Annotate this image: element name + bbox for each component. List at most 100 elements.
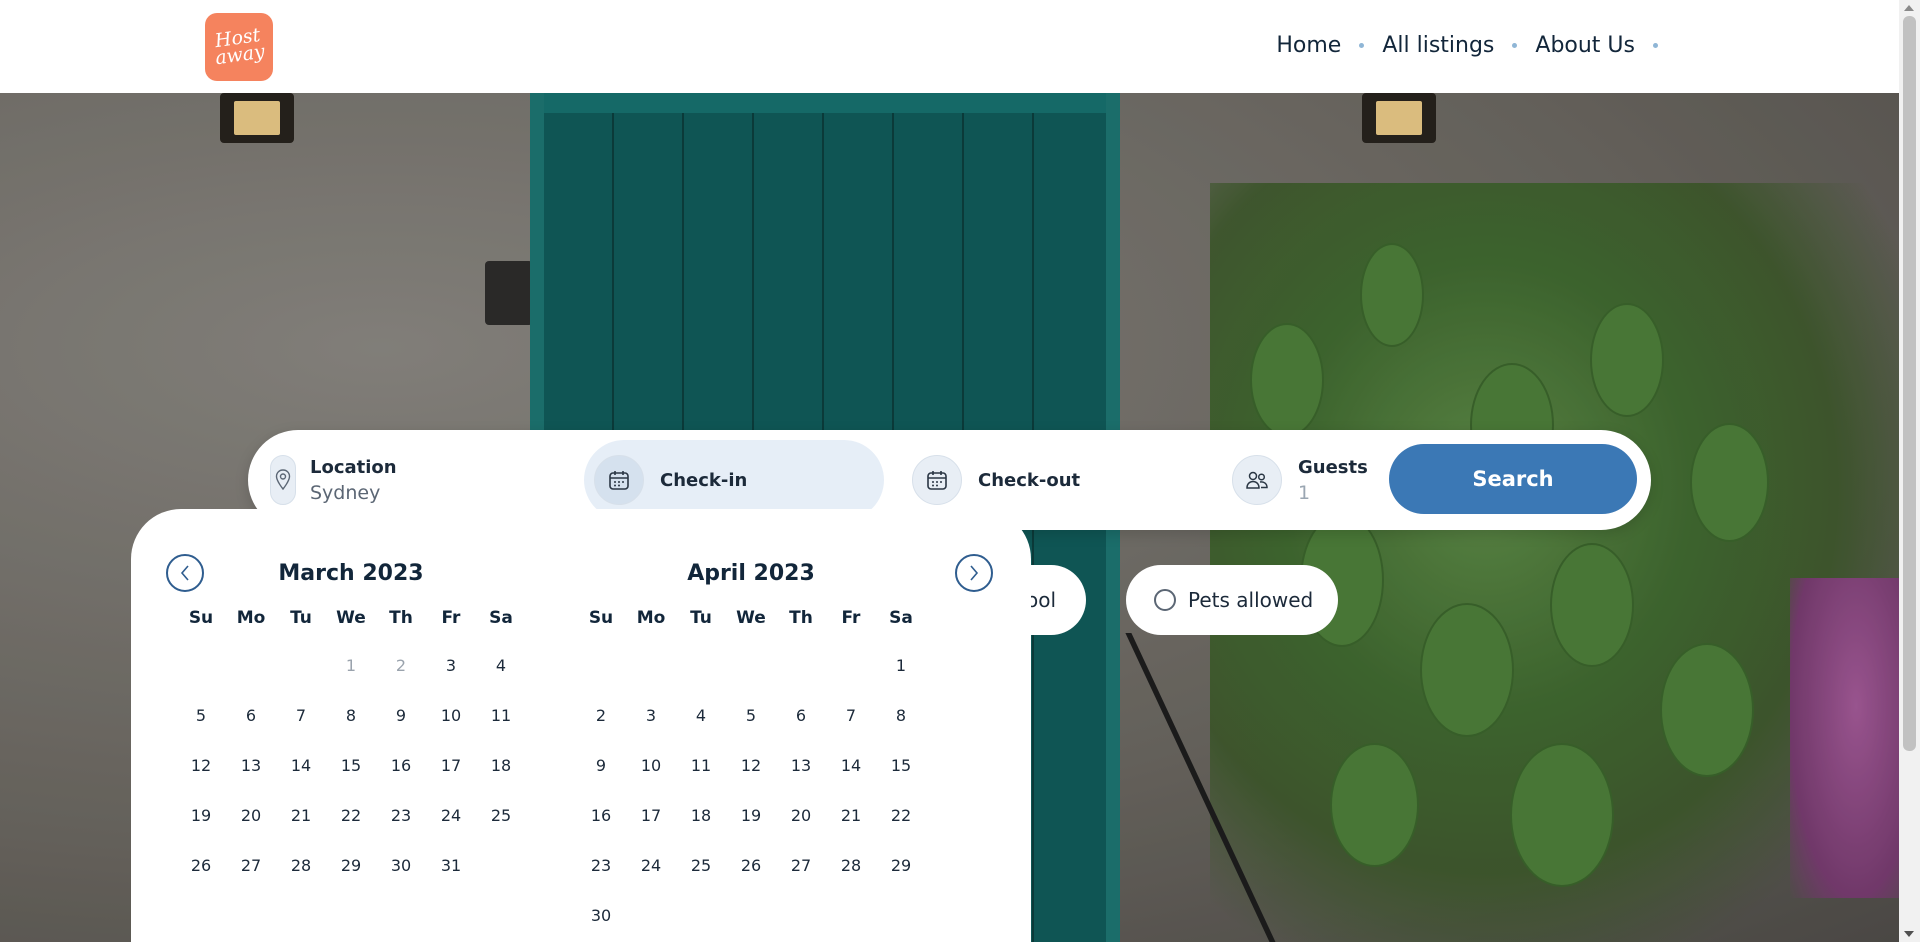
- calendar-day[interactable]: 28: [826, 841, 876, 891]
- chevron-right-icon[interactable]: [955, 554, 993, 592]
- calendar-day[interactable]: 29: [876, 841, 926, 891]
- calendar-day[interactable]: 2: [576, 691, 626, 741]
- guests-label: Guests: [1298, 456, 1368, 478]
- calendar-day[interactable]: 19: [176, 791, 226, 841]
- location-field[interactable]: Location Sydney: [270, 440, 397, 520]
- guests-value[interactable]: 1: [1298, 482, 1368, 504]
- calendar-day[interactable]: 1: [876, 641, 926, 691]
- calendar-day[interactable]: 3: [426, 641, 476, 691]
- calendar-day[interactable]: 23: [576, 841, 626, 891]
- calendar-day[interactable]: 18: [676, 791, 726, 841]
- scrollbar-thumb[interactable]: [1903, 16, 1916, 751]
- nav-about-us-link[interactable]: About Us: [1535, 33, 1635, 58]
- calendar-day[interactable]: 8: [326, 691, 376, 741]
- calendar-day[interactable]: 9: [376, 691, 426, 741]
- calendar-day[interactable]: 28: [276, 841, 326, 891]
- location-value[interactable]: Sydney: [310, 482, 397, 504]
- calendar-day[interactable]: 13: [776, 741, 826, 791]
- calendar-day[interactable]: 24: [426, 791, 476, 841]
- calendar-day[interactable]: 10: [426, 691, 476, 741]
- calendar-day: 1: [345, 656, 357, 675]
- calendar-day[interactable]: 20: [776, 791, 826, 841]
- calendar-day[interactable]: 16: [376, 741, 426, 791]
- scroll-down-arrow-icon[interactable]: [1904, 931, 1914, 937]
- weekday-label: Tu: [690, 608, 712, 628]
- calendar-empty-cell: [176, 641, 226, 691]
- calendar-day[interactable]: 22: [876, 791, 926, 841]
- calendar-day[interactable]: 8: [876, 691, 926, 741]
- calendar-day[interactable]: 21: [826, 791, 876, 841]
- calendar-day[interactable]: 3: [626, 691, 676, 741]
- calendar-day[interactable]: 22: [326, 791, 376, 841]
- calendar-day[interactable]: 31: [426, 841, 476, 891]
- calendar-day[interactable]: 16: [576, 791, 626, 841]
- checkin-field[interactable]: Check-in: [584, 440, 884, 520]
- location-label: Location: [310, 456, 397, 478]
- site-header: Host away Home All listings About Us: [0, 0, 1899, 93]
- calendar-day[interactable]: 5: [176, 691, 226, 741]
- nav-separator-dot: [1512, 43, 1518, 48]
- calendar-day[interactable]: 13: [226, 741, 276, 791]
- calendar-day[interactable]: 19: [726, 791, 776, 841]
- calendar-day-grid: 1 2 3 4 5 6 7 8 9 10 11 12 13 14 15 16 17 18 19 20 21 22 23 24 2…: [576, 641, 926, 941]
- calendar-icon: [912, 455, 962, 505]
- month-title: April 2023: [687, 561, 815, 586]
- nav-all-listings-link[interactable]: All listings: [1382, 33, 1494, 58]
- guests-field[interactable]: Guests 1: [1232, 440, 1368, 520]
- calendar-month-april: April 2023 Su Mo Tu We Th Fr Sa 12345678…: [576, 559, 926, 941]
- calendar-day[interactable]: 26: [726, 841, 776, 891]
- calendar-day[interactable]: 30: [376, 841, 426, 891]
- calendar-day[interactable]: 14: [276, 741, 326, 791]
- calendar-day[interactable]: 10: [626, 741, 676, 791]
- calendar-day[interactable]: 12: [176, 741, 226, 791]
- calendar-day[interactable]: 14: [826, 741, 876, 791]
- nav-home-link[interactable]: Home: [1276, 33, 1341, 58]
- page-scrollbar[interactable]: [1899, 0, 1920, 942]
- checkin-label: Check-in: [660, 469, 748, 491]
- calendar-day[interactable]: 20: [226, 791, 276, 841]
- calendar-day[interactable]: 27: [226, 841, 276, 891]
- scroll-up-arrow-icon[interactable]: [1904, 5, 1914, 11]
- pets-allowed-label: Pets allowed: [1188, 588, 1314, 612]
- pets-allowed-filter-pill[interactable]: Pets allowed: [1126, 565, 1338, 635]
- calendar-day[interactable]: 6: [226, 691, 276, 741]
- hostaway-logo[interactable]: Host away: [205, 13, 273, 81]
- weekday-label: Su: [188, 608, 214, 628]
- weekday-label: Tu: [290, 608, 312, 628]
- calendar-day[interactable]: 17: [626, 791, 676, 841]
- weekday-label: Su: [588, 608, 614, 628]
- calendar-empty-cell: [676, 641, 726, 691]
- calendar-day[interactable]: 26: [176, 841, 226, 891]
- calendar-day[interactable]: 23: [376, 791, 426, 841]
- calendar-day[interactable]: 12: [726, 741, 776, 791]
- calendar-day[interactable]: 4: [476, 641, 526, 691]
- calendar-day[interactable]: 6: [776, 691, 826, 741]
- calendar-day[interactable]: 11: [676, 741, 726, 791]
- weekday-label: Sa: [889, 608, 913, 628]
- calendar-day[interactable]: 25: [476, 791, 526, 841]
- checkout-field[interactable]: Check-out: [912, 440, 1080, 520]
- calendar-day[interactable]: 24: [626, 841, 676, 891]
- main-nav: Home All listings About Us: [1276, 33, 1676, 58]
- calendar-day[interactable]: 21: [276, 791, 326, 841]
- calendar-day[interactable]: 7: [276, 691, 326, 741]
- calendar-empty-cell: [276, 641, 326, 691]
- calendar-day[interactable]: 7: [826, 691, 876, 741]
- search-button[interactable]: Search: [1389, 444, 1637, 514]
- calendar-day[interactable]: 9: [576, 741, 626, 791]
- calendar-day[interactable]: 15: [326, 741, 376, 791]
- calendar-day[interactable]: 30: [576, 891, 626, 941]
- weekday-label: Mo: [236, 608, 266, 628]
- calendar-day[interactable]: 17: [426, 741, 476, 791]
- calendar-day[interactable]: 11: [476, 691, 526, 741]
- calendar-day[interactable]: 27: [776, 841, 826, 891]
- calendar-day[interactable]: 18: [476, 741, 526, 791]
- calendar-day[interactable]: 5: [726, 691, 776, 741]
- calendar-day[interactable]: 29: [326, 841, 376, 891]
- month-title: March 2023: [278, 561, 424, 586]
- checkout-label: Check-out: [978, 469, 1081, 491]
- calendar-day[interactable]: 15: [876, 741, 926, 791]
- calendar-day[interactable]: 25: [676, 841, 726, 891]
- calendar-day[interactable]: 4: [676, 691, 726, 741]
- radio-unchecked-icon[interactable]: [1154, 589, 1176, 611]
